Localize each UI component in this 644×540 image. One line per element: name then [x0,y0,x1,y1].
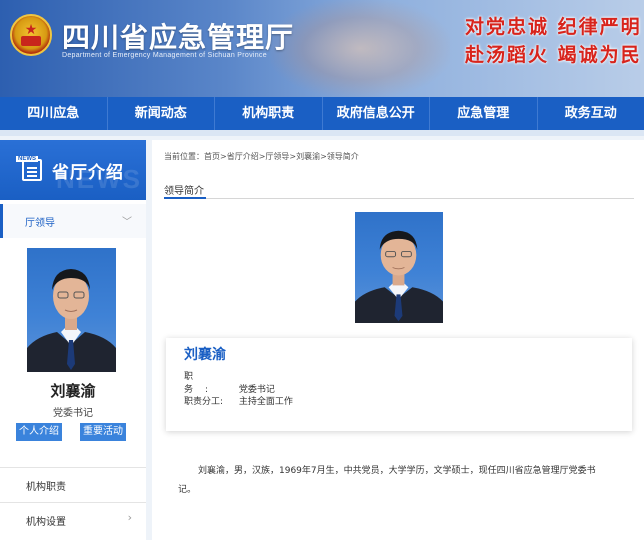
leader-post: 党委书记 [53,408,93,419]
national-emblem-icon[interactable]: ★ [10,14,52,56]
header-banner: ★ 四川省应急管理厅 Department of Emergency Manag… [0,0,644,97]
banner-background-image [270,0,450,97]
site-subtitle: Department of Emergency Management of Si… [62,52,267,59]
main-content: 当前位置：首页>省厅介绍>厅领导>刘襄渝>领导简介 领导简介 刘襄渝 职务: 党… [152,140,644,540]
section-divider [164,198,634,199]
nav-item-news[interactable]: 新闻动态 [108,97,215,130]
duty-row: 职责分工: 主持全面工作 [184,394,293,407]
breadcrumb[interactable]: 当前位置：首页>省厅介绍>厅领导>刘襄渝>领导简介 [164,151,359,162]
nav-item-interaction[interactable]: 政务互动 [538,97,644,130]
sidebar-item-label: 机构设置 [26,517,66,528]
post-row: 职务: 党委书记 [184,369,275,395]
sidebar: NEWS NEWS 省厅介绍 厅领导 ﹀ 刘襄渝 党委书记 个人介绍 重要活动 … [0,140,146,540]
news-document-icon [22,159,42,181]
post-label: 职务: [184,372,221,395]
sidebar-header: NEWS NEWS 省厅介绍 [0,140,146,200]
card-leader-name: 刘襄渝 [184,347,226,363]
duty-label: 职责分工: [184,397,224,407]
chevron-down-icon: ﹀ [122,217,132,228]
portrait-image [27,269,116,372]
nav-item-responsibilities[interactable]: 机构职责 [215,97,323,130]
sidebar-item-leaders[interactable]: 厅领导 ﹀ [0,204,146,238]
nav-item-gov-info[interactable]: 政府信息公开 [323,97,430,130]
portrait-image [355,230,443,323]
personal-intro-button[interactable]: 个人介绍 [16,423,62,441]
nav-item-emergency-management[interactable]: 应急管理 [430,97,538,130]
leader-biography: 刘襄渝，男，汉族，1969年7月生，中共党员，大学学历，文学硕士，现任四川省应急… [178,466,596,495]
duty-value: 主持全面工作 [238,397,293,407]
slogan-line1: 对党忠诚 纪律严明 [465,16,642,38]
main-nav: 四川应急 新闻动态 机构职责 政府信息公开 应急管理 政务互动 [0,97,644,130]
site-title[interactable]: 四川省应急管理厅 [62,16,294,56]
section-title: 领导简介 [164,186,204,197]
nav-item-sichuan-emergency[interactable]: 四川应急 [0,97,108,130]
news-tag: NEWS [16,156,38,162]
section-title-underline [164,197,206,199]
chevron-right-icon: › [127,511,132,524]
sidebar-item-structure[interactable]: 机构设置 › [0,502,146,536]
leader-name: 刘襄渝 [50,382,96,400]
sidebar-title: 省厅介绍 [52,163,124,183]
leader-photo [27,248,116,372]
sidebar-item-label: 厅领导 [25,218,55,229]
sidebar-item-label: 机构职责 [26,482,66,493]
sidebar-item-responsibilities[interactable]: 机构职责 [0,467,146,501]
leader-main-photo [355,212,443,323]
nav-divider [0,130,644,136]
slogan-line2: 赴汤蹈火 竭诚为民 [465,44,642,66]
leader-info-card: 刘襄渝 职务: 党委书记 职责分工: 主持全面工作 [166,338,632,431]
important-activities-button[interactable]: 重要活动 [80,423,126,441]
